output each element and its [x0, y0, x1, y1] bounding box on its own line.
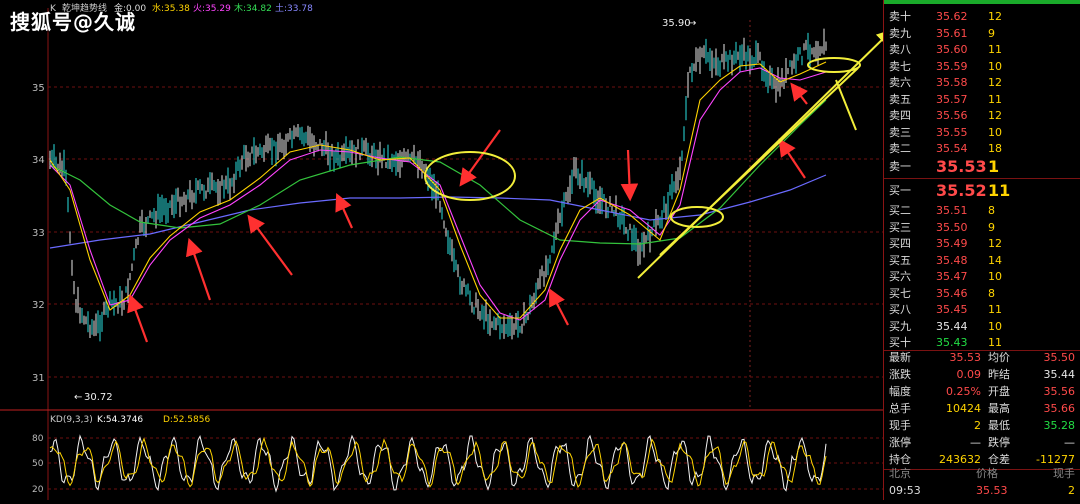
- watermark: 搜狐号@久诚: [10, 10, 136, 34]
- kd-k-value: K:54.3746: [97, 415, 143, 425]
- bid-row[interactable]: 买六 35.47 10: [884, 269, 1080, 286]
- kd-panel: KD(9,3,3) K:54.3746 D:52.5856 80 50 20: [32, 415, 883, 495]
- bid-row[interactable]: 买四 35.49 12: [884, 236, 1080, 253]
- price-tick: 34: [32, 155, 45, 166]
- trend-annotations: [424, 29, 893, 279]
- price-tick: 32: [32, 300, 45, 311]
- header-huo: 火:35.29: [193, 3, 231, 14]
- bid-row[interactable]: 买八 35.45 11: [884, 302, 1080, 319]
- ask-row[interactable]: 卖四 35.56 12: [884, 108, 1080, 125]
- svg-text:→: →: [688, 18, 696, 29]
- bid-row[interactable]: 买二 35.51 8: [884, 203, 1080, 220]
- stat-row: 幅度 0.25% 开盘 35.56: [889, 385, 1075, 398]
- bid-row[interactable]: 买三 35.50 9: [884, 220, 1080, 237]
- low-annotation: 30.72: [84, 392, 113, 403]
- kd-d-value: D:52.5856: [163, 415, 210, 425]
- ask-row[interactable]: 卖六 35.58 12: [884, 75, 1080, 92]
- header-mu: 木:34.82: [234, 2, 272, 14]
- candlestick-series: [49, 28, 827, 342]
- ask-row[interactable]: 卖七 35.59 10: [884, 59, 1080, 76]
- trade-header: 北京 价格 现手: [889, 467, 1075, 480]
- ask-row[interactable]: 卖九 35.61 9: [884, 26, 1080, 43]
- ask-row[interactable]: 卖十 35.62 12: [884, 9, 1080, 26]
- kd-label: KD(9,3,3): [50, 415, 93, 425]
- header-shui: 水:35.38: [152, 2, 190, 14]
- chart-svg[interactable]: 35 34 33 32 31 K 乾坤趋势线 金:0.00 水:35.38 火:…: [0, 0, 893, 500]
- kd-tick: 50: [32, 459, 44, 469]
- price-grid: [48, 86, 883, 378]
- stat-row: 现手 2 最低 35.28: [889, 419, 1075, 432]
- stat-row: 涨停 — 跌停 —: [889, 436, 1075, 449]
- stat-row: 总手 10424 最高 35.66: [889, 402, 1075, 415]
- price-tick: 35: [32, 83, 45, 94]
- best-bid-row[interactable]: 买一 35.52 11: [884, 181, 1080, 201]
- high-annotation: 35.90: [662, 18, 691, 29]
- bid-row[interactable]: 买九 35.44 10: [884, 319, 1080, 336]
- chart-area[interactable]: 35 34 33 32 31 K 乾坤趋势线 金:0.00 水:35.38 火:…: [0, 0, 893, 500]
- ask-row[interactable]: 卖二 35.54 18: [884, 141, 1080, 158]
- trade-row: 09:53 35.53 2: [889, 484, 1075, 497]
- stat-row: 涨跌 0.09 昨结 35.44: [889, 368, 1075, 381]
- kd-tick: 80: [32, 434, 44, 444]
- kd-k-line: [49, 434, 827, 493]
- price-tick: 33: [32, 228, 45, 239]
- ask-row[interactable]: 卖五 35.57 11: [884, 92, 1080, 109]
- best-ask-row[interactable]: 卖一 35.53 1: [884, 157, 1080, 177]
- ask-row[interactable]: 卖三 35.55 10: [884, 125, 1080, 142]
- header-tu: 土:33.78: [275, 2, 313, 14]
- divider: [884, 178, 1080, 179]
- stat-row: 最新 35.53 均价 35.50: [889, 351, 1075, 364]
- bid-row[interactable]: 买七 35.46 8: [884, 286, 1080, 303]
- svg-text:←: ←: [74, 392, 82, 403]
- order-book-panel: 卖十 35.62 12 卖九 35.61 9 卖八 35.60 11 卖七 35.59 10 卖…: [883, 0, 1080, 500]
- ask-row[interactable]: 卖八 35.60 11: [884, 42, 1080, 59]
- bid-row[interactable]: 买五 35.48 14: [884, 253, 1080, 270]
- kd-tick: 20: [32, 485, 44, 495]
- price-tick: 31: [32, 373, 45, 384]
- top-status-bar: [884, 0, 1080, 4]
